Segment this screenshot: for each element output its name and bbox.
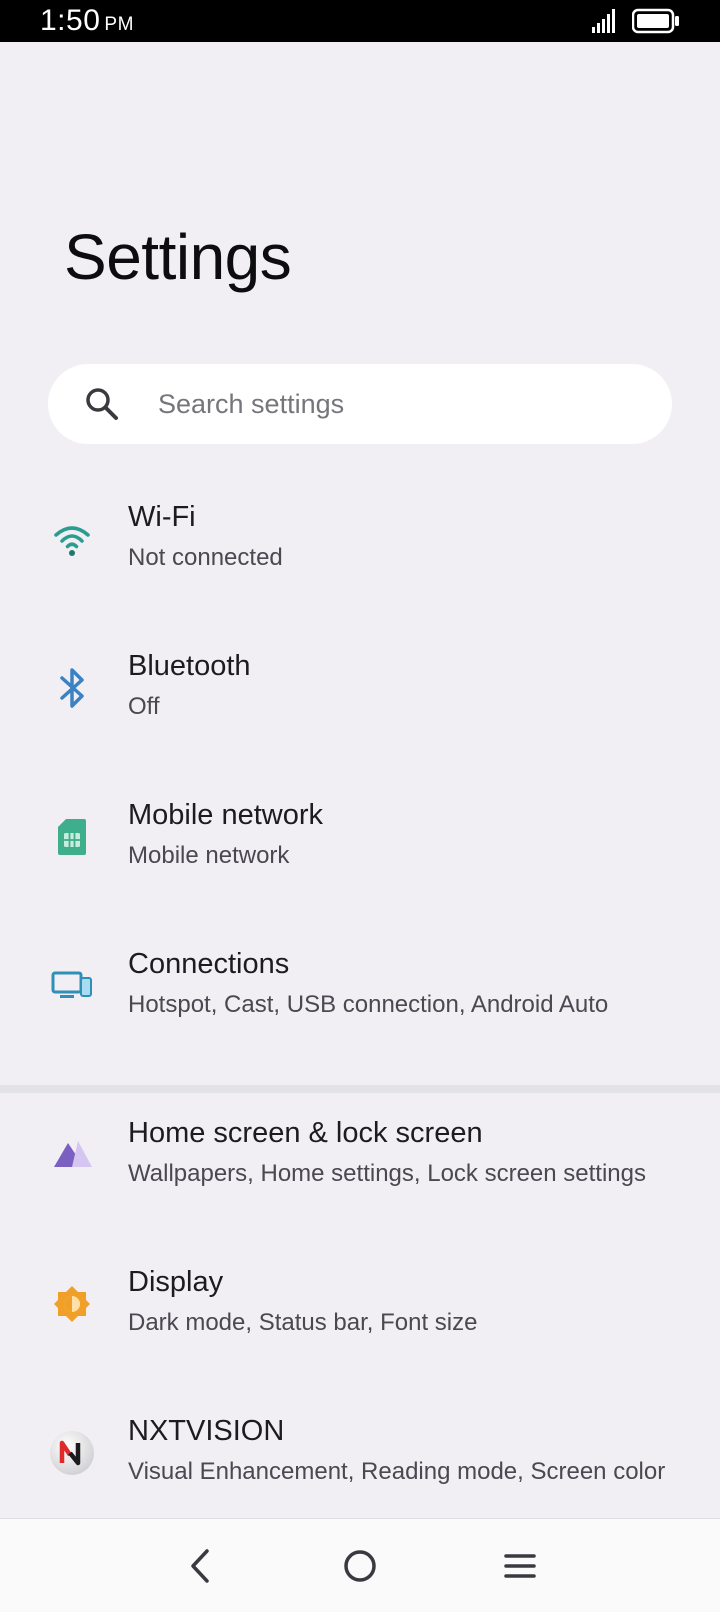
status-icons xyxy=(592,8,680,34)
signal-icon xyxy=(592,9,615,33)
back-icon xyxy=(191,1548,209,1583)
settings-list: Wi-Fi Not connected Bluetooth Off Mobile… xyxy=(0,485,720,1548)
bluetooth-icon xyxy=(48,664,96,712)
home-button[interactable] xyxy=(330,1536,390,1596)
settings-item-bluetooth[interactable]: Bluetooth Off xyxy=(0,634,720,783)
settings-item-subtitle: Mobile network xyxy=(128,842,290,869)
section-divider xyxy=(0,1085,720,1093)
settings-item-subtitle: Dark mode, Status bar, Font size xyxy=(128,1309,478,1336)
sim-card-icon xyxy=(48,813,96,861)
settings-item-title: Display xyxy=(128,1266,224,1298)
settings-item-subtitle: Off xyxy=(128,693,160,720)
settings-item-title: Wi-Fi xyxy=(128,501,196,533)
search-icon xyxy=(86,388,118,420)
brightness-icon xyxy=(48,1280,96,1328)
navigation-bar xyxy=(0,1518,720,1612)
settings-item-subtitle: Hotspot, Cast, USB connection, Android A… xyxy=(128,991,609,1018)
page-title: Settings xyxy=(64,221,292,293)
back-button[interactable] xyxy=(170,1536,230,1596)
settings-item-mobile-network[interactable]: Mobile network Mobile network xyxy=(0,783,720,932)
search-bar[interactable]: Search settings xyxy=(48,364,672,444)
nxtvision-icon xyxy=(48,1429,96,1477)
settings-item-title: Mobile network xyxy=(128,799,324,831)
search-input[interactable]: Search settings xyxy=(158,389,344,420)
settings-item-title: NXTVISION xyxy=(128,1415,285,1447)
settings-item-display[interactable]: Display Dark mode, Status bar, Font size xyxy=(0,1250,720,1399)
settings-item-subtitle: Visual Enhancement, Reading mode, Screen… xyxy=(128,1458,666,1485)
home-icon xyxy=(344,1549,376,1582)
settings-item-title: Home screen & lock screen xyxy=(128,1117,483,1149)
menu-icon xyxy=(504,1553,536,1578)
status-time: 1:50 PM xyxy=(40,4,134,37)
devices-icon xyxy=(48,962,96,1010)
settings-item-home-lock-screen[interactable]: Home screen & lock screen Wallpapers, Ho… xyxy=(0,1101,720,1250)
settings-item-title: Bluetooth xyxy=(128,650,251,682)
settings-item-subtitle: Not connected xyxy=(128,544,283,571)
settings-item-subtitle: Wallpapers, Home settings, Lock screen s… xyxy=(128,1160,647,1187)
wifi-icon xyxy=(48,515,96,563)
status-bar: 1:50 PM xyxy=(0,0,720,42)
battery-icon xyxy=(632,8,679,34)
settings-item-wifi[interactable]: Wi-Fi Not connected xyxy=(0,485,720,634)
recents-button[interactable] xyxy=(490,1536,550,1596)
settings-item-connections[interactable]: Connections Hotspot, Cast, USB connectio… xyxy=(0,932,720,1081)
wallpaper-icon xyxy=(48,1131,96,1179)
settings-item-title: Connections xyxy=(128,948,290,980)
